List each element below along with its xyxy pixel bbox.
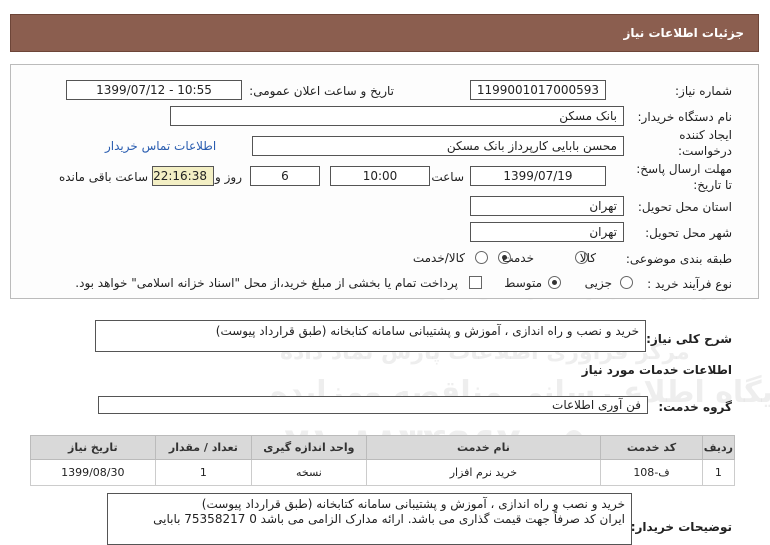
buyer-notes-field: خرید و نصب و راه اندازی ، آموزش و پشتیبا…	[107, 493, 632, 545]
payment-note: پرداخت تمام یا بخشی از مبلغ خرید،از محل …	[75, 276, 458, 290]
services-section-title: اطلاعات خدمات مورد نیاز	[581, 363, 732, 377]
page-title: جزئیات اطلاعات نیاز	[623, 26, 744, 40]
city-label: شهر محل تحویل:	[645, 226, 732, 240]
service-group-field: فن آوری اطلاعات	[98, 396, 648, 414]
summary-field: خرید و نصب و راه اندازی ، آموزش و پشتیبا…	[95, 320, 646, 352]
process-radio-minor[interactable]	[620, 276, 633, 289]
process-option-medium: متوسط	[504, 276, 542, 290]
province-field: تهران	[470, 196, 624, 216]
cell-row: 1	[701, 459, 736, 486]
buyer-contact-link[interactable]: اطلاعات تماس خریدار	[105, 139, 216, 153]
page-header: جزئیات اطلاعات نیاز	[10, 14, 759, 52]
category-option-service: خدمت	[502, 251, 534, 265]
remaining-time-field: 22:16:38	[152, 166, 214, 186]
buyer-org-field: بانک مسکن	[170, 106, 624, 126]
services-table: ردیف کد خدمت نام خدمت واحد اندازه گیری ت…	[30, 435, 736, 486]
announce-label: تاریخ و ساعت اعلان عمومی:	[249, 84, 394, 98]
col-row-header: ردیف	[701, 435, 736, 460]
payment-checkbox[interactable]	[469, 276, 482, 289]
cell-code: ف-108	[600, 459, 703, 486]
buyer-org-label: نام دستگاه خریدار:	[637, 110, 733, 124]
deadline-label-2: تا تاریخ:	[693, 178, 732, 192]
buyer-notes-line-1: خرید و نصب و راه اندازی ، آموزش و پشتیبا…	[201, 497, 625, 511]
table-row[interactable]: 1 ف-108 خرید نرم افزار نسخه 1 1399/08/30	[30, 459, 736, 486]
buyer-notes-line-2: ایران کد صرفاً جهت قیمت گذاری می باشد. ا…	[153, 512, 625, 526]
creator-field: محسن بابایی کارپرداز بانک مسکن	[252, 136, 624, 156]
service-group-label: گروه خدمت:	[658, 400, 732, 414]
col-unit-header: واحد اندازه گیری	[251, 435, 367, 460]
deadline-date-field: 1399/07/19	[470, 166, 606, 186]
cell-qty: 1	[154, 459, 253, 486]
summary-label: شرح کلی نیاز:	[646, 332, 732, 346]
process-label: نوع فرآیند خرید :	[647, 277, 732, 291]
col-code-header: کد خدمت	[600, 435, 703, 460]
creator-label-2: درخواست:	[678, 144, 732, 158]
deadline-label: مهلت ارسال پاسخ:	[636, 162, 732, 176]
city-field: تهران	[470, 222, 624, 242]
process-radio-medium[interactable]	[548, 276, 561, 289]
days-label: روز و	[215, 170, 242, 184]
need-number-field: 1199001017000593	[470, 80, 606, 100]
deadline-time-field: 10:00	[330, 166, 430, 186]
category-radio-goods-service[interactable]	[475, 251, 488, 264]
cell-name: خرید نرم افزار	[365, 459, 602, 486]
category-option-goods: کالا	[579, 251, 596, 265]
category-label: طبقه بندی موضوعی:	[625, 252, 732, 266]
remaining-label: ساعت باقی مانده	[58, 170, 148, 184]
deadline-time-label: ساعت	[431, 170, 464, 184]
days-field: 6	[250, 166, 320, 186]
col-qty-header: تعداد / مقدار	[154, 435, 253, 460]
col-date-header: تاریخ نیاز	[30, 435, 156, 460]
buyer-notes-label: توضیحات خریدار:	[630, 520, 732, 534]
creator-label: ایجاد کننده	[679, 128, 732, 142]
cell-date: 1399/08/30	[30, 459, 156, 486]
col-name-header: نام خدمت	[365, 435, 602, 460]
province-label: استان محل تحویل:	[637, 200, 732, 214]
announce-field: 1399/07/12 - 10:55	[66, 80, 242, 100]
process-option-minor: جزیی	[584, 276, 612, 290]
cell-unit: نسخه	[251, 459, 367, 486]
category-option-goods-service: کالا/خدمت	[412, 251, 465, 265]
table-header-row: ردیف کد خدمت نام خدمت واحد اندازه گیری ت…	[30, 435, 736, 460]
need-number-label: شماره نیاز:	[675, 84, 732, 98]
